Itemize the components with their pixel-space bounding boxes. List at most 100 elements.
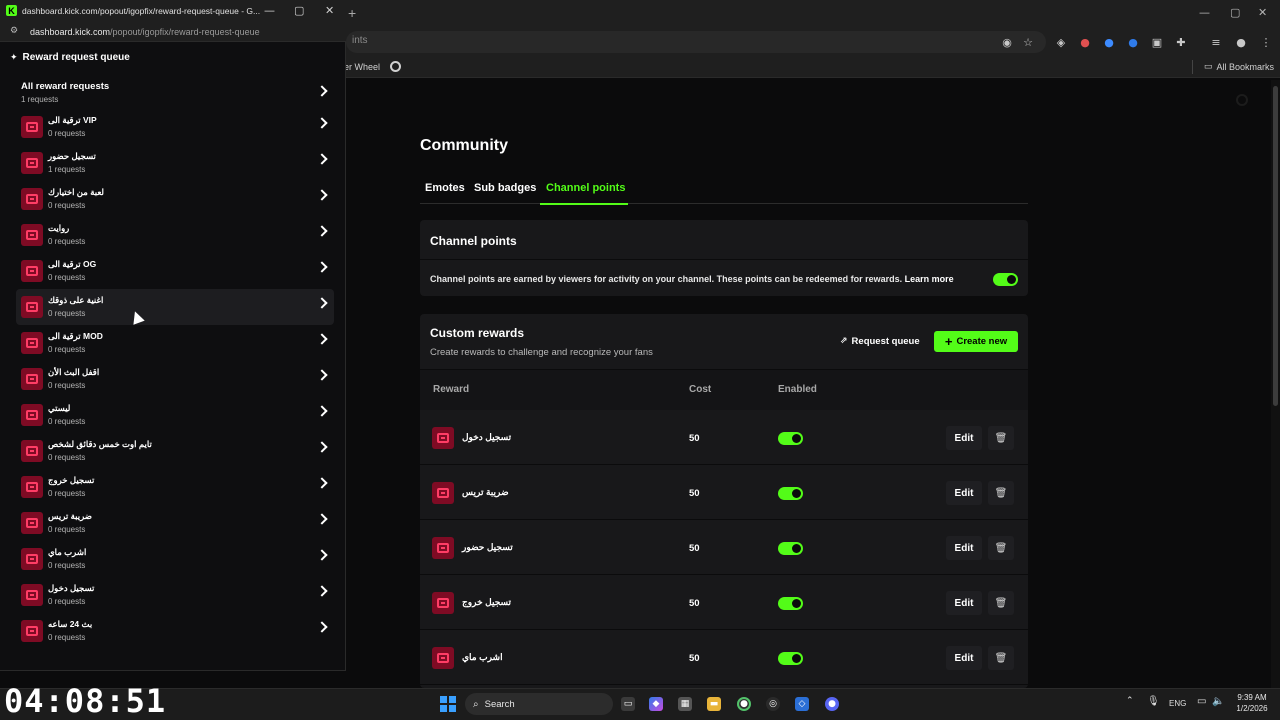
language-indicator[interactable]: ENG <box>1169 699 1186 708</box>
popout-url[interactable]: dashboard.kick.com/popout/igopfix/reward… <box>30 27 260 37</box>
tab-sub-badges[interactable]: Sub badges <box>474 182 536 194</box>
reward-name: تسجيل حضور <box>48 151 96 161</box>
trash-icon[interactable]: 🗑 <box>988 646 1014 670</box>
microphone-icon[interactable]: 🎙 <box>1147 696 1160 707</box>
list-item[interactable]: ليستي 0 requests <box>16 397 334 433</box>
list-item[interactable]: ترقية الى OG 0 requests <box>16 253 334 289</box>
file-explorer-icon[interactable]: ▬ <box>707 697 721 711</box>
extension-gamepad-icon[interactable]: ◈ <box>1053 34 1069 50</box>
extensions-puzzle-icon[interactable]: ✚ <box>1173 34 1189 50</box>
chevron-right-icon <box>316 153 328 165</box>
request-count: 0 requests <box>48 417 86 426</box>
edit-button[interactable]: Edit <box>946 536 982 560</box>
list-item[interactable]: اشرب ماي 0 requests <box>16 541 334 577</box>
volume-icon[interactable]: 🔈 <box>1212 696 1224 707</box>
list-item[interactable]: ضريبة تريس 0 requests <box>16 505 334 541</box>
channel-points-toggle[interactable] <box>993 273 1018 286</box>
list-item[interactable]: تسجيل دخول 0 requests <box>16 577 334 613</box>
extension-blue-icon[interactable]: ● <box>1101 34 1117 50</box>
column-cost[interactable]: Cost <box>689 384 711 395</box>
extension-fire-icon[interactable]: ● <box>1077 34 1093 50</box>
network-icon[interactable]: ▭ <box>1197 696 1206 707</box>
menu-dots-icon[interactable]: ⋮ <box>1258 34 1274 50</box>
trash-icon[interactable]: 🗑 <box>988 426 1014 450</box>
list-item[interactable]: روايت 0 requests <box>16 217 334 253</box>
reward-cost: 50 <box>689 488 700 499</box>
address-bar[interactable]: ints <box>346 31 1046 53</box>
profile-avatar-icon[interactable]: ● <box>1233 34 1249 50</box>
chevron-right-icon <box>316 621 328 633</box>
list-item[interactable]: بث 24 ساعه 0 requests <box>16 613 334 649</box>
site-settings-icon[interactable]: ⚙ <box>10 26 18 36</box>
extension-shield-icon[interactable]: ● <box>1125 34 1141 50</box>
copilot-icon[interactable]: ◆ <box>649 697 663 711</box>
close-icon[interactable]: ✕ <box>1258 6 1267 19</box>
star-icon[interactable]: ☆ <box>1020 34 1036 50</box>
taskbar-search[interactable]: ⌕ Search <box>465 693 613 715</box>
tray-chevron-up-icon[interactable]: ⌃ <box>1126 696 1134 706</box>
tab-emotes[interactable]: Emotes <box>425 182 465 194</box>
list-item[interactable]: تايم اوت خمس دقائق لشخص 0 requests <box>16 433 334 469</box>
edit-button[interactable]: Edit <box>946 481 982 505</box>
request-queue-button[interactable]: ⇗ Request queue <box>834 331 926 351</box>
close-icon[interactable]: ✕ <box>325 4 334 17</box>
kick-logo-icon: K <box>6 5 17 16</box>
list-item[interactable]: ترقية الى VIP 0 requests <box>16 109 334 145</box>
maximize-icon[interactable]: ▢ <box>1230 6 1240 19</box>
custom-rewards-title: Custom rewards <box>430 326 525 340</box>
eye-off-icon[interactable]: ◉ <box>999 34 1015 50</box>
edit-button[interactable]: Edit <box>946 646 982 670</box>
scrollbar-thumb[interactable] <box>1273 86 1278 406</box>
app-diamond-icon[interactable]: ◇ <box>795 697 809 711</box>
column-enabled[interactable]: Enabled <box>778 384 817 395</box>
list-item[interactable]: اقفل البث الأن 0 requests <box>16 361 334 397</box>
maximize-icon[interactable]: ▢ <box>294 4 304 17</box>
list-item[interactable]: لعبة من اختيارك 0 requests <box>16 181 334 217</box>
store-icon[interactable]: ▦ <box>678 697 692 711</box>
list-item[interactable]: ترقية الى MOD 0 requests <box>16 325 334 361</box>
list-item[interactable]: تسجيل خروج 0 requests <box>16 469 334 505</box>
minimize-icon[interactable]: — <box>1199 6 1210 19</box>
tab-channel-points[interactable]: Channel points <box>546 182 625 194</box>
list-item[interactable]: اغنية على ذوقك 0 requests <box>16 289 334 325</box>
request-queue-label: Request queue <box>851 335 920 347</box>
reading-list-icon[interactable]: ≡ <box>1208 34 1224 50</box>
reward-enabled-toggle[interactable] <box>778 542 803 555</box>
column-reward[interactable]: Reward <box>433 384 469 395</box>
reward-enabled-toggle[interactable] <box>778 487 803 500</box>
all-reward-requests-item[interactable]: All reward requests 1 requests <box>16 74 334 108</box>
new-tab-button[interactable]: + <box>348 5 356 21</box>
settings-icon[interactable] <box>1236 94 1248 106</box>
request-count: 0 requests <box>48 201 86 210</box>
trash-icon[interactable]: 🗑 <box>988 591 1014 615</box>
obs-icon[interactable]: ◎ <box>766 697 780 711</box>
reward-name: ترقية الى VIP <box>48 115 97 125</box>
all-bookmarks-button[interactable]: ▭ All Bookmarks <box>1204 61 1274 72</box>
clock[interactable]: 9:39 AM 1/2/2026 <box>1232 692 1272 714</box>
windows-start-icon[interactable] <box>440 696 456 712</box>
reward-enabled-toggle[interactable] <box>778 432 803 445</box>
bookmark-wheel[interactable]: er Wheel <box>344 62 380 72</box>
reward-enabled-toggle[interactable] <box>778 652 803 665</box>
trash-icon[interactable]: 🗑 <box>988 536 1014 560</box>
gift-icon: ✦ <box>10 52 18 63</box>
list-item[interactable]: تسجيل حضور 1 requests <box>16 145 334 181</box>
chrome-icon[interactable]: ● <box>737 697 751 711</box>
minimize-icon[interactable]: — <box>264 4 275 17</box>
edit-button[interactable]: Edit <box>946 591 982 615</box>
reward-name: تسجيل خروج <box>462 597 512 607</box>
request-count: 1 requests <box>48 165 86 174</box>
edit-button[interactable]: Edit <box>946 426 982 450</box>
channel-points-description: Channel points are earned by viewers for… <box>430 274 954 284</box>
reward-enabled-toggle[interactable] <box>778 597 803 610</box>
task-view-icon[interactable]: ▭ <box>621 697 635 711</box>
trash-icon[interactable]: 🗑 <box>988 481 1014 505</box>
create-new-button[interactable]: + Create new <box>934 331 1018 352</box>
chevron-right-icon <box>316 297 328 309</box>
wheel-icon[interactable] <box>390 61 401 72</box>
learn-more-link[interactable]: Learn more <box>905 274 954 284</box>
reward-cost: 50 <box>689 433 700 444</box>
chevron-right-icon <box>316 261 328 273</box>
extension-box-icon[interactable]: ▣ <box>1149 34 1165 50</box>
discord-icon[interactable]: ● <box>825 697 839 711</box>
